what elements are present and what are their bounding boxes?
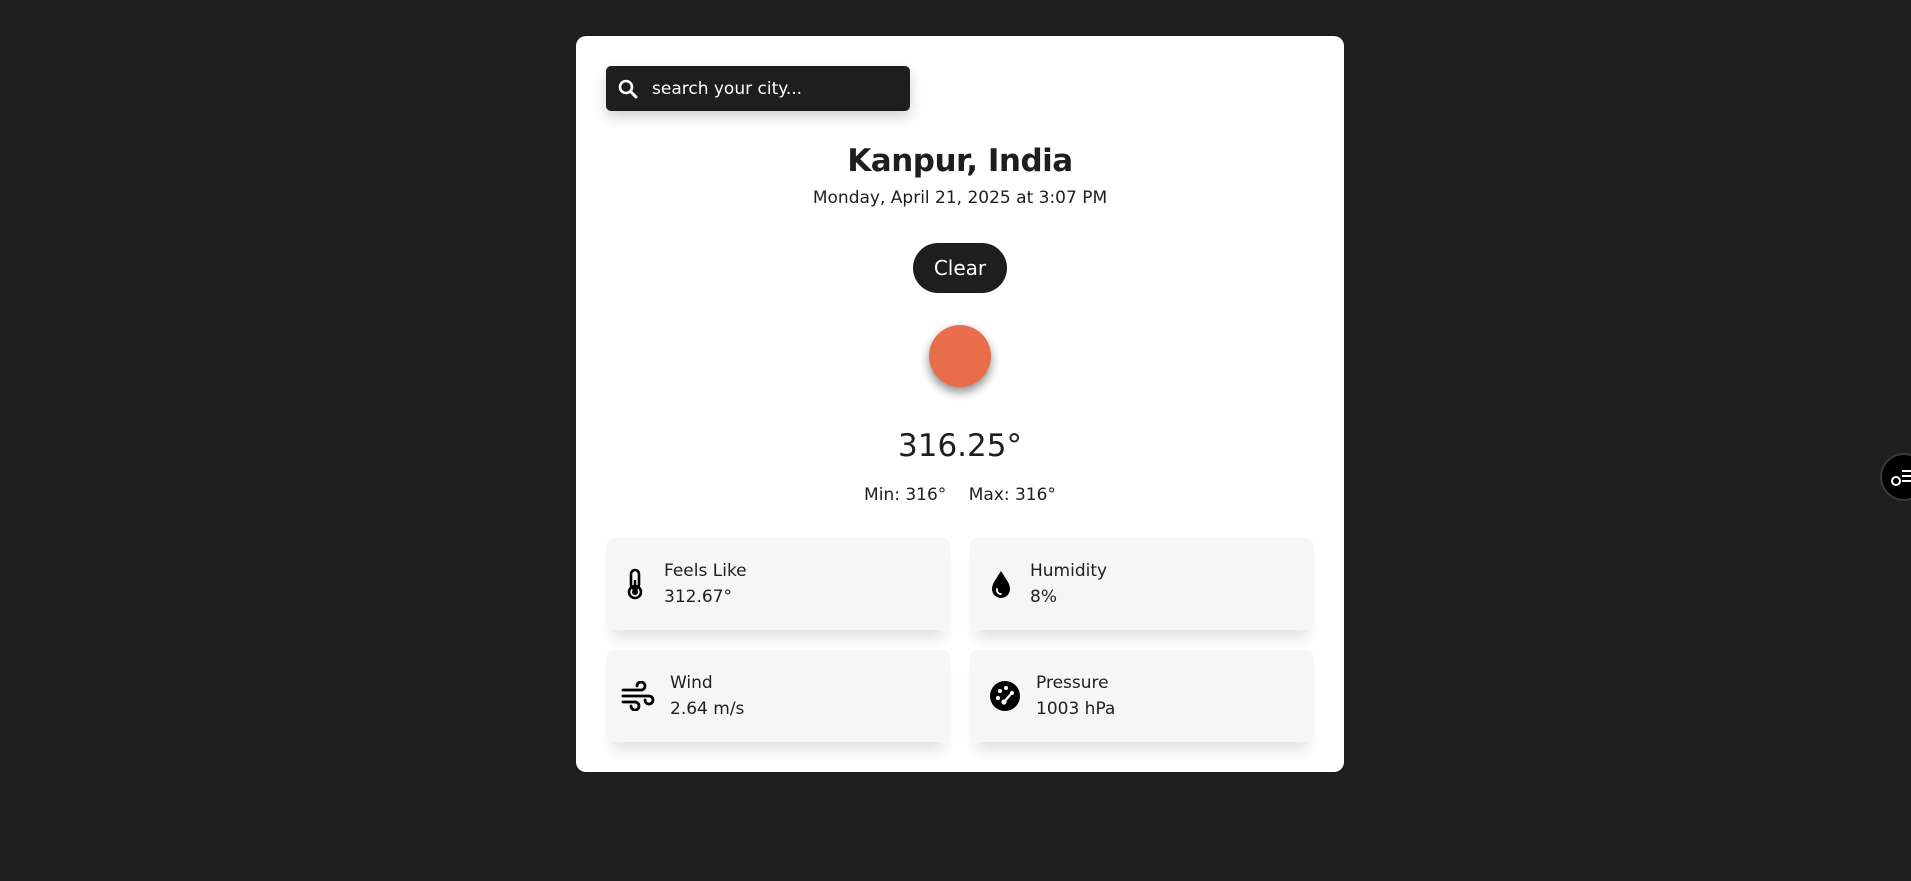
feels-like-card: Feels Like 312.67° (606, 538, 950, 630)
accessibility-menu-button[interactable] (1880, 453, 1911, 501)
gauge-icon (988, 680, 1022, 712)
droplet-icon (986, 568, 1016, 600)
humidity-card: Humidity 8% (970, 538, 1314, 630)
temperature: 316.25° (898, 428, 1022, 464)
menu-settings-icon (1891, 470, 1911, 486)
sun-icon (929, 325, 991, 387)
max-temperature: Max: 316° (968, 485, 1056, 505)
stat-value: 312.67° (664, 587, 732, 607)
search-input[interactable] (652, 78, 892, 99)
stat-label: Pressure (1036, 673, 1109, 693)
min-temperature: Min: 316° (864, 485, 947, 505)
wind-icon (620, 680, 656, 712)
stat-value: 8% (1030, 587, 1057, 607)
stat-label: Feels Like (664, 561, 747, 581)
stat-value: 2.64 m/s (670, 699, 745, 719)
min-max-temperature: Min: 316° Max: 316° (576, 485, 1344, 505)
wind-card: Wind 2.64 m/s (606, 650, 950, 742)
weather-card: Kanpur, India Monday, April 21, 2025 at … (576, 36, 1344, 772)
pressure-card: Pressure 1003 hPa (970, 650, 1314, 742)
thermometer-icon (620, 568, 650, 600)
date-time: Monday, April 21, 2025 at 3:07 PM (812, 188, 1108, 208)
search-icon[interactable] (618, 79, 638, 99)
condition-badge: Clear (913, 243, 1007, 293)
stat-value: 1003 hPa (1036, 699, 1116, 719)
city-name: Kanpur, India (847, 143, 1073, 179)
stat-label: Humidity (1030, 561, 1108, 581)
search-bar[interactable] (606, 66, 910, 111)
stat-label: Wind (670, 673, 713, 693)
